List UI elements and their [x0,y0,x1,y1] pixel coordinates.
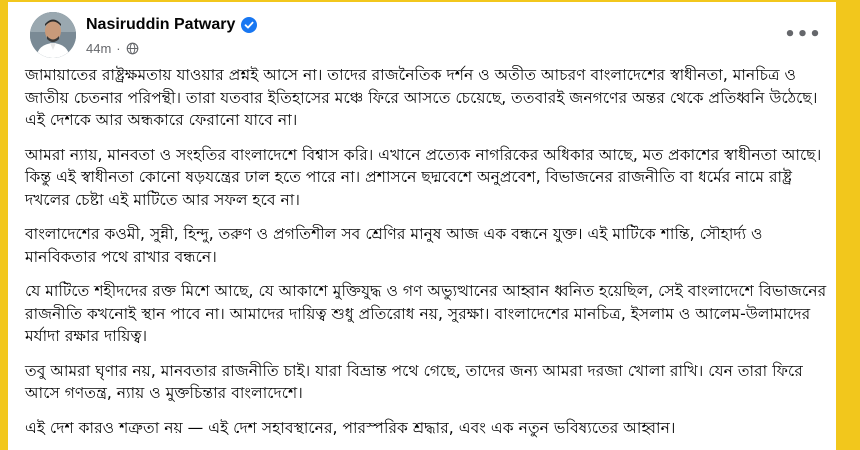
author-name[interactable]: Nasiruddin Patwary [86,16,235,34]
post-paragraph: যে মাটিতে শহীদদের রক্ত মিশে আছে, যে আকাশ… [25,282,827,345]
facebook-post-card: Nasiruddin Patwary 44m · ••• জামায়াতের … [8,2,836,450]
more-options-icon[interactable]: ••• [784,24,821,45]
author-avatar[interactable] [30,12,76,58]
meta-separator: · [116,40,121,56]
avatar-photo-icon [30,12,76,58]
post-paragraph: তবু আমরা ঘৃণার নয়, মানবতার রাজনীতি চাই।… [25,361,803,403]
post-body: জামায়াতের রাষ্ট্রক্ষমতায় যাওয়ার প্রশ্… [25,64,829,450]
post-paragraph: বাংলাদেশের কওমী, সুন্নী, হিন্দু, তরুণ ও … [25,225,763,266]
author-name-row: Nasiruddin Patwary [86,14,258,36]
post-header: Nasiruddin Patwary 44m · ••• [8,2,836,64]
post-paragraph: এই দেশ কারও শত্রুতা নয় — এই দেশ সহাবস্থ… [25,418,676,437]
globe-icon[interactable] [126,42,139,55]
post-meta: 44m · [86,39,139,57]
post-paragraph: জামায়াতের রাষ্ট্রক্ষমতায় যাওয়ার প্রশ্… [25,66,818,129]
post-paragraph: আমরা ন্যায়, মানবতা ও সংহতির বাংলাদেশে ব… [25,145,822,209]
highlight-frame: Nasiruddin Patwary 44m · ••• জামায়াতের … [0,0,860,450]
post-timestamp[interactable]: 44m [86,41,111,56]
verified-badge-icon [241,17,258,33]
